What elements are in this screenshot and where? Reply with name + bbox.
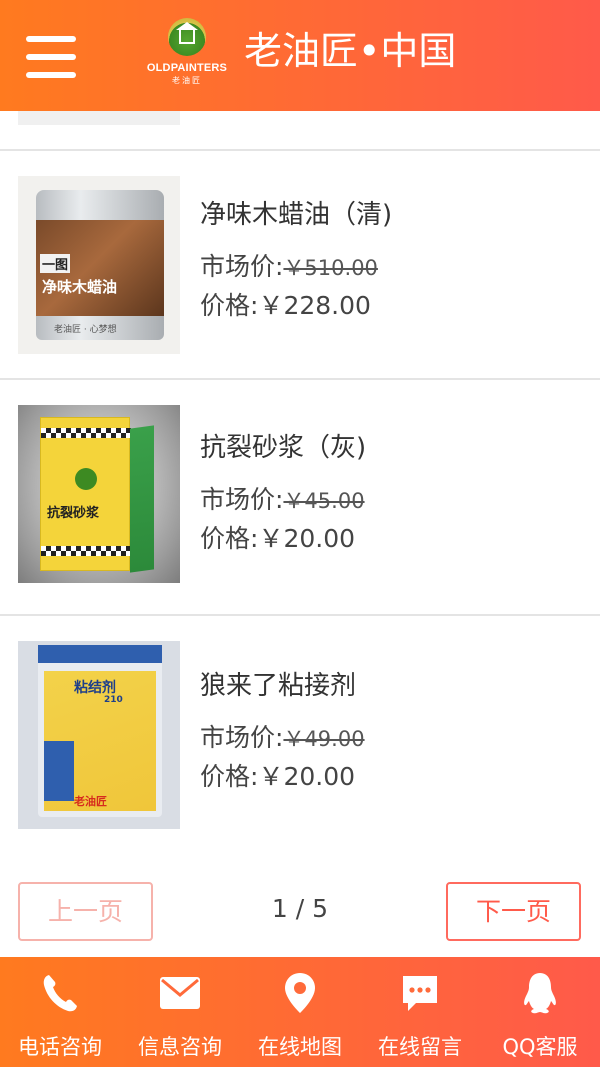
product-info: 抗裂砂浆（灰) 市场价:￥45.00 价格:￥20.00 [200,430,580,557]
product-item[interactable]: 一图 净味木蜡油 老油匠 · 心梦想 净味木蜡油（清) 市场价:￥510.00 … [0,151,600,379]
mail-icon [160,971,200,1015]
app-header: OLDPAINTERS 老油匠 老油匠•中国 [0,0,600,111]
product-name[interactable]: 净味木蜡油（清) [200,197,580,233]
menu-icon[interactable] [26,36,76,78]
product-item[interactable]: 抗裂砂浆 抗裂砂浆（灰) 市场价:￥45.00 价格:￥20.00 [0,380,600,608]
map-pin-icon [280,971,320,1015]
nav-online-map[interactable]: 在线地图 [240,957,360,1067]
product-info: 狼来了粘接剂 市场价:￥49.00 价格:￥20.00 [200,668,580,795]
chat-bubble-icon [400,971,440,1015]
nav-label: 在线留言 [378,1035,462,1059]
logo-text-cn: 老油匠 [172,76,202,85]
nav-message-consult[interactable]: 信息咨询 [120,957,240,1067]
product-image[interactable]: 一图 净味木蜡油 老油匠 · 心梦想 [18,176,180,354]
market-price: 市场价:￥510.00 [200,252,378,281]
nav-qq-service[interactable]: QQ客服 [480,957,600,1067]
nav-label: QQ客服 [502,1035,578,1059]
qq-penguin-icon [520,971,560,1015]
product-name[interactable]: 抗裂砂浆（灰) [200,430,580,466]
phone-icon [40,971,80,1015]
house-logo-icon [168,18,206,56]
product-info: 净味木蜡油（清) 市场价:￥510.00 价格:￥228.00 [200,197,580,324]
market-price: 市场价:￥45.00 [200,485,365,514]
nav-label: 在线地图 [258,1035,342,1059]
original-price: ￥49.00 [283,727,365,751]
next-page-button[interactable]: 下一页 [446,882,581,941]
product-image[interactable]: 抗裂砂浆 [18,405,180,583]
pagination: 上一页 1 / 5 下一页 [0,880,600,942]
price-value: ￥20.00 [258,524,356,553]
sale-price: 价格:￥20.00 [200,762,356,791]
product-image[interactable]: 粘结剂 210 老油匠 [18,641,180,829]
nav-online-message[interactable]: 在线留言 [360,957,480,1067]
original-price: ￥45.00 [283,489,365,513]
market-price: 市场价:￥49.00 [200,723,365,752]
logo-text-en: OLDPAINTERS [146,62,228,74]
page-title: 老油匠•中国 [244,29,457,73]
previous-item-thumbnail [18,111,180,125]
page-indicator: 1 / 5 [271,894,329,923]
prev-page-button[interactable]: 上一页 [18,882,153,941]
nav-label: 信息咨询 [138,1035,222,1059]
price-value: ￥228.00 [258,291,371,320]
bottom-nav: 电话咨询 信息咨询 在线地图 在线留言 QQ客服 [0,957,600,1067]
nav-label: 电话咨询 [18,1035,102,1059]
product-item[interactable]: 粘结剂 210 老油匠 狼来了粘接剂 市场价:￥49.00 价格:￥20.00 [0,616,600,844]
nav-phone-consult[interactable]: 电话咨询 [0,957,120,1067]
original-price: ￥510.00 [283,256,378,280]
sale-price: 价格:￥228.00 [200,291,371,320]
price-value: ￥20.00 [258,762,356,791]
sale-price: 价格:￥20.00 [200,524,356,553]
brand-logo[interactable]: OLDPAINTERS 老油匠 [146,18,228,88]
product-name[interactable]: 狼来了粘接剂 [200,668,580,704]
